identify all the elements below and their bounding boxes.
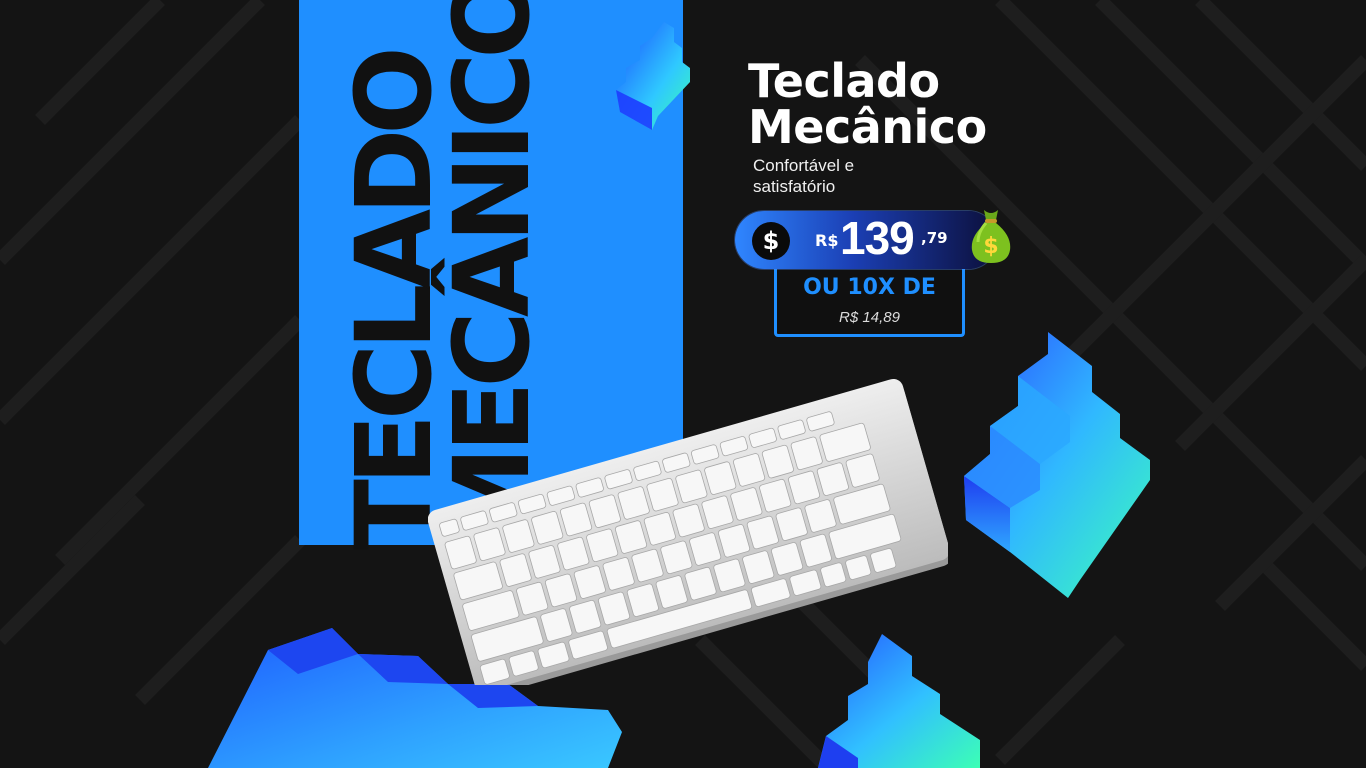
product-title-line2: Mecânico xyxy=(748,100,987,154)
price-currency: R$ xyxy=(815,231,839,250)
product-title: Teclado Mecânico xyxy=(748,58,987,150)
money-bag-icon: $ xyxy=(971,210,1011,263)
product-subtitle: Confortável e satisfatório xyxy=(753,155,913,197)
price-cents: ,79 xyxy=(921,229,948,247)
price-amount: 139 xyxy=(840,212,915,264)
installments-label: OU 10X DE xyxy=(803,275,936,300)
subtitle-line1: Confortável e xyxy=(753,156,855,175)
small-stairs-decoration xyxy=(616,22,690,130)
installments-value: R$ 14,89 xyxy=(839,309,900,326)
large-stairs-decoration xyxy=(964,332,1150,598)
subtitle-line2: satisfatório xyxy=(753,177,836,196)
promo-canvas: TECLADO MECÂNICO Teclado Mecânico Confor… xyxy=(0,0,1366,768)
dollar-icon: $ xyxy=(752,222,790,260)
money-bag-symbol: $ xyxy=(983,234,998,259)
product-title-line1: Teclado xyxy=(748,54,940,108)
keyboard-image xyxy=(428,378,948,685)
